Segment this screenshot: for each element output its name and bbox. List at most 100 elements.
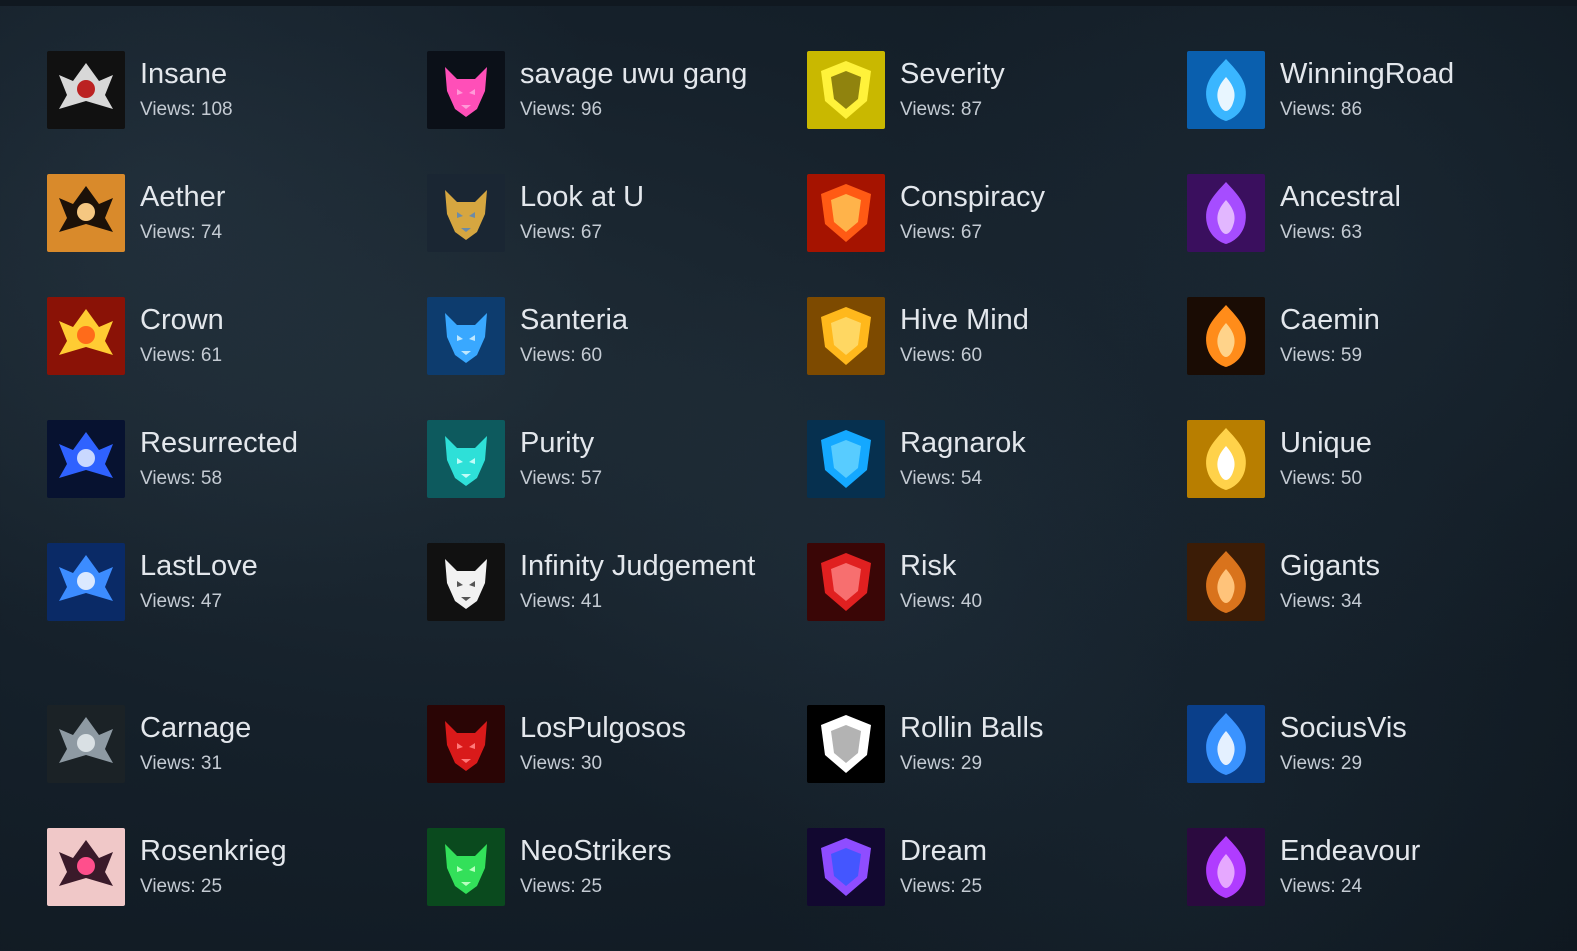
team-name[interactable]: Dream — [900, 832, 1140, 870]
team-name[interactable]: Ragnarok — [900, 424, 1140, 462]
crosshair-logo-icon[interactable] — [807, 705, 885, 783]
team-card[interactable]: Rosenkrieg Views: 25 — [47, 828, 427, 951]
team-views: Views: 31 — [140, 753, 223, 774]
team-name[interactable]: Risk — [900, 547, 1140, 585]
team-name[interactable]: Unique — [1280, 424, 1520, 462]
team-card[interactable]: Ancestral Views: 63 — [1187, 174, 1567, 297]
blue-winged-crest-logo-icon[interactable] — [1187, 705, 1265, 783]
team-card[interactable]: Resurrected Views: 58 — [47, 420, 427, 543]
team-card[interactable]: Severity Views: 87 — [807, 51, 1187, 174]
blue-wolf-head-logo-icon[interactable] — [807, 420, 885, 498]
demon-horns-logo-icon[interactable] — [47, 51, 125, 129]
golden-crown-logo-icon[interactable] — [47, 297, 125, 375]
team-card[interactable]: Unique Views: 50 — [1187, 420, 1567, 543]
team-views: Views: 108 — [140, 99, 233, 120]
team-name[interactable]: Severity — [900, 55, 1140, 93]
team-card[interactable]: Conspiracy Views: 67 — [807, 174, 1187, 297]
team-views: Views: 61 — [140, 345, 223, 366]
red-winged-skull-logo-icon[interactable] — [807, 543, 885, 621]
team-card[interactable]: savage uwu gang Views: 96 — [427, 51, 807, 174]
team-card[interactable]: Purity Views: 57 — [427, 420, 807, 543]
team-name[interactable]: Rollin Balls — [900, 709, 1140, 747]
team-card[interactable]: Aether Views: 74 — [47, 174, 427, 297]
team-name[interactable]: Santeria — [520, 301, 760, 339]
team-card[interactable]: Infinity Judgement Views: 41 — [427, 543, 807, 705]
team-card[interactable]: Crown Views: 61 — [47, 297, 427, 420]
team-name[interactable]: Infinity Judgement — [520, 547, 760, 585]
red-dragon-logo-icon[interactable] — [807, 174, 885, 252]
team-row: Insane Views: 108 savage uwu gang Views: 9… — [47, 51, 1567, 174]
team-name[interactable]: Endeavour — [1280, 832, 1520, 870]
team-row: Crown Views: 61 Santeria Views: 60 Hive Mi… — [47, 297, 1567, 420]
teal-phoenix-logo-icon[interactable] — [427, 420, 505, 498]
team-card[interactable]: Santeria Views: 60 — [427, 297, 807, 420]
green-emblem-logo-icon[interactable] — [427, 828, 505, 906]
team-name[interactable]: Rosenkrieg — [140, 832, 380, 870]
team-card[interactable]: WinningRoad Views: 86 — [1187, 51, 1567, 174]
winged-phoenix-logo-icon[interactable] — [1187, 297, 1265, 375]
team-info: WinningRoad Views: 86 — [1280, 51, 1520, 122]
blue-wings-monogram-logo-icon[interactable] — [47, 420, 125, 498]
team-name[interactable]: Ancestral — [1280, 178, 1520, 216]
gold-bird-uq-logo-icon[interactable] — [1187, 420, 1265, 498]
team-name[interactable]: Purity — [520, 424, 760, 462]
purple-wolf-logo-icon[interactable] — [1187, 174, 1265, 252]
team-card[interactable]: Ragnarok Views: 54 — [807, 420, 1187, 543]
hooded-reaper-logo-icon[interactable] — [427, 174, 505, 252]
team-views: Views: 63 — [1280, 222, 1363, 243]
team-name[interactable]: Crown — [140, 301, 380, 339]
black-shield-logo-icon[interactable] — [427, 543, 505, 621]
team-card[interactable]: Carnage Views: 31 — [47, 705, 427, 828]
golden-bee-logo-icon[interactable] — [807, 297, 885, 375]
yellow-lion-logo-icon[interactable] — [807, 51, 885, 129]
team-row: Carnage Views: 31 LosPulgosos Views: 30 Ro… — [47, 705, 1567, 828]
team-name[interactable]: Aether — [140, 178, 380, 216]
team-card[interactable]: Rollin Balls Views: 29 — [807, 705, 1187, 828]
team-name[interactable]: LastLove — [140, 547, 380, 585]
team-name[interactable]: Resurrected — [140, 424, 380, 462]
team-info: Severity Views: 87 — [900, 51, 1140, 122]
rose-eye-logo-icon[interactable] — [47, 828, 125, 906]
orange-griffin-logo-icon[interactable] — [1187, 543, 1265, 621]
team-row: Rosenkrieg Views: 25 NeoStrikers Views: 25… — [47, 828, 1567, 951]
team-card[interactable]: Hive Mind Views: 60 — [807, 297, 1187, 420]
team-row: Aether Views: 74 Look at U Views: 67 Consp… — [47, 174, 1567, 297]
team-name[interactable]: Insane — [140, 55, 380, 93]
team-name[interactable]: savage uwu gang — [520, 55, 760, 93]
team-name[interactable]: Conspiracy — [900, 178, 1140, 216]
team-card[interactable]: Insane Views: 108 — [47, 51, 427, 174]
team-name[interactable]: WinningRoad — [1280, 55, 1520, 93]
team-card[interactable]: Look at U Views: 67 — [427, 174, 807, 297]
blue-wolf-shield-logo-icon[interactable] — [47, 543, 125, 621]
team-card[interactable]: NeoStrikers Views: 25 — [427, 828, 807, 951]
pink-skull-mask-logo-icon[interactable] — [427, 51, 505, 129]
grey-carnage-text-logo-icon[interactable] — [47, 705, 125, 783]
team-name[interactable]: NeoStrikers — [520, 832, 760, 870]
team-views: Views: 24 — [1280, 876, 1363, 897]
team-name[interactable]: SociusVis — [1280, 709, 1520, 747]
purple-tree-logo-icon[interactable] — [807, 828, 885, 906]
team-name[interactable]: LosPulgosos — [520, 709, 760, 747]
team-card[interactable]: Risk Views: 40 — [807, 543, 1187, 705]
team-info: Santeria Views: 60 — [520, 297, 760, 368]
team-info: Rollin Balls Views: 29 — [900, 705, 1140, 776]
team-name[interactable]: Gigants — [1280, 547, 1520, 585]
team-card[interactable]: LastLove Views: 47 — [47, 543, 427, 705]
team-name[interactable]: Carnage — [140, 709, 380, 747]
team-card[interactable]: LosPulgosos Views: 30 — [427, 705, 807, 828]
team-name[interactable]: Caemin — [1280, 301, 1520, 339]
team-card[interactable]: Caemin Views: 59 — [1187, 297, 1567, 420]
purple-butterfly-logo-icon[interactable] — [1187, 828, 1265, 906]
team-card[interactable]: Dream Views: 25 — [807, 828, 1187, 951]
team-card[interactable]: Endeavour Views: 24 — [1187, 828, 1567, 951]
team-name[interactable]: Hive Mind — [900, 301, 1140, 339]
blue-serpent-logo-icon[interactable] — [427, 297, 505, 375]
team-views: Views: 57 — [520, 468, 603, 489]
team-card[interactable]: Gigants Views: 34 — [1187, 543, 1567, 705]
team-name[interactable]: Look at U — [520, 178, 760, 216]
tiger-logo-icon[interactable] — [47, 174, 125, 252]
blue-lion-logo-icon[interactable] — [1187, 51, 1265, 129]
red-fist-badge-logo-icon[interactable] — [427, 705, 505, 783]
team-card[interactable]: SociusVis Views: 29 — [1187, 705, 1567, 828]
team-views: Views: 25 — [520, 876, 603, 897]
